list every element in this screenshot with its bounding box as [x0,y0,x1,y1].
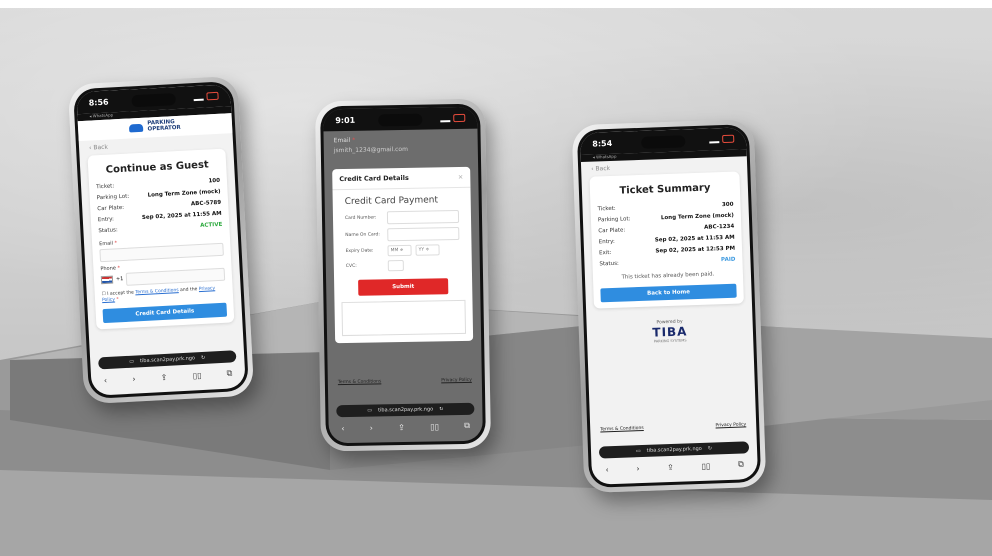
tabs-overview-icon[interactable]: ⧉ [226,368,232,378]
tabs-icon: ▭ [367,407,373,414]
tabs-overview-icon[interactable]: ⧉ [738,459,744,469]
dynamic-island [131,93,176,108]
clock: 9:01 [335,115,356,125]
email-value: jsmith_1234@gmail.com [333,145,408,155]
back-arrow-icon[interactable]: ‹ [605,465,609,474]
submit-button[interactable]: Submit [358,278,449,296]
tabs-overview-icon[interactable]: ⧉ [464,421,470,431]
privacy-link[interactable]: Privacy Policy [715,422,746,428]
forward-arrow-icon[interactable]: › [636,464,640,473]
footer-links: Terms & Conditions Privacy Policy [600,422,746,432]
battery-icon [206,91,219,101]
summary-card: Ticket Summary Ticket: 300 Parking Lot: Lo… [589,171,744,309]
right-phone-screen: 8:54 ◂ WhatsApp ‹ Back Ticket Summary Ti… [579,127,759,485]
dial-code: +1 [115,276,124,283]
clock: 8:56 [88,97,109,108]
url-bar[interactable]: ▭ tiba.scan2pay.prk.ngo ↻ [336,402,475,418]
us-flag-icon[interactable] [100,275,114,285]
url-text: tiba.scan2pay.prk.ngo [139,355,196,365]
battery-icon [453,113,466,123]
terms-link[interactable]: Terms & Conditions [600,426,644,433]
browser-nav: ‹ › ⇪ ▯▯ ⧉ [591,457,757,477]
url-text: tiba.scan2pay.prk.ngo [646,445,702,454]
middle-phone-screen: 9:01 Email * jsmith_1234@gmail.com Credi… [323,106,483,444]
share-icon[interactable]: ⇪ [161,372,168,381]
card-number-input[interactable] [386,210,460,225]
bookmarks-icon[interactable]: ▯▯ [430,422,439,431]
product-photo-scene: 8:56 ◂ WhatsApp PARKING OPERATOR ‹ Back [0,0,992,556]
left-phone-screen: 8:56 ◂ WhatsApp PARKING OPERATOR ‹ Back [76,84,246,396]
brand-line2: OPERATOR [147,124,181,133]
expiry-month-select[interactable]: MM ≑ [387,244,412,257]
dimmed-email-area: Email * jsmith_1234@gmail.com [323,129,477,161]
status-badge: PAID [720,256,736,263]
name-on-card-input[interactable] [387,227,460,242]
close-icon[interactable]: × [458,173,464,181]
left-phone: 8:56 ◂ WhatsApp PARKING OPERATOR ‹ Back [67,75,255,405]
status-icons [709,134,735,144]
credit-card-modal: Credit Card Details × Credit Card Paymen… [332,166,474,344]
page-title: Ticket Summary [619,182,711,197]
dynamic-island [641,135,686,149]
phone-field[interactable] [126,267,226,286]
bookmarks-icon[interactable]: ▯▯ [701,461,710,470]
signal-icon [440,114,451,123]
forward-arrow-icon[interactable]: › [370,423,373,432]
modal-footer-area [341,299,467,337]
url-bar[interactable]: ▭ tiba.scan2pay.prk.ngo ↻ [598,441,750,459]
terms-link[interactable]: Terms & Conditions [135,288,179,295]
browser-nav: ‹ › ⇪ ▯▯ ⧉ [329,419,483,436]
signal-icon [193,92,204,102]
clock: 8:54 [592,138,613,149]
url-text: tiba.scan2pay.prk.ngo [377,406,434,414]
signal-icon [709,135,720,144]
form-title: Credit Card Payment [344,195,439,208]
dynamic-island [378,113,423,127]
right-phone-bezel: 8:54 ◂ WhatsApp ‹ Back Ticket Summary Ti… [576,124,762,488]
reload-icon: ↻ [707,445,713,452]
operator-brand: PARKING OPERATOR [147,119,181,133]
share-icon[interactable]: ⇪ [667,462,674,471]
credit-card-details-button[interactable]: Credit Card Details [102,302,228,324]
privacy-link[interactable]: Privacy Policy [441,378,472,384]
status-icons [193,91,219,102]
terms-checkbox-row[interactable]: ☐ I accept the Terms & Conditions and th… [102,285,226,304]
cvc-row: CVC: [334,257,472,274]
terms-link[interactable]: Terms & Conditions [338,379,382,385]
footer-links: Terms & Conditions Privacy Policy [338,378,472,385]
tabs-icon: ▭ [635,448,641,455]
right-phone: 8:54 ◂ WhatsApp ‹ Back Ticket Summary Ti… [571,118,767,494]
left-phone-bezel: 8:56 ◂ WhatsApp PARKING OPERATOR ‹ Back [72,81,250,399]
forward-arrow-icon[interactable]: › [132,374,136,383]
battery-icon [722,134,735,144]
bookmarks-icon[interactable]: ▯▯ [192,371,201,380]
tabs-icon: ▭ [129,358,135,365]
status-icons [440,113,466,123]
share-icon[interactable]: ⇪ [398,422,405,431]
cvc-input[interactable] [387,259,404,272]
back-to-home-button[interactable]: Back to Home [600,283,737,303]
middle-phone-bezel: 9:01 Email * jsmith_1234@gmail.com Credi… [320,103,486,447]
back-arrow-icon[interactable]: ‹ [104,376,108,385]
expiry-year-select[interactable]: YY ≑ [415,244,440,256]
reload-icon: ↻ [200,354,206,362]
modal-header: Credit Card Details × [332,166,471,191]
back-arrow-icon[interactable]: ‹ [341,424,344,433]
status-badge: ACTIVE [200,221,223,229]
browser-nav: ‹ › ⇪ ▯▯ ⧉ [91,366,246,388]
middle-phone: 9:01 Email * jsmith_1234@gmail.com Credi… [314,98,492,452]
guest-card: Continue as Guest Ticket: 100 Parking Lot… [87,148,235,330]
modal-title: Credit Card Details [339,173,409,184]
reload-icon: ↻ [439,406,444,413]
page-title: Continue as Guest [105,158,209,176]
car-logo-icon [129,123,144,133]
